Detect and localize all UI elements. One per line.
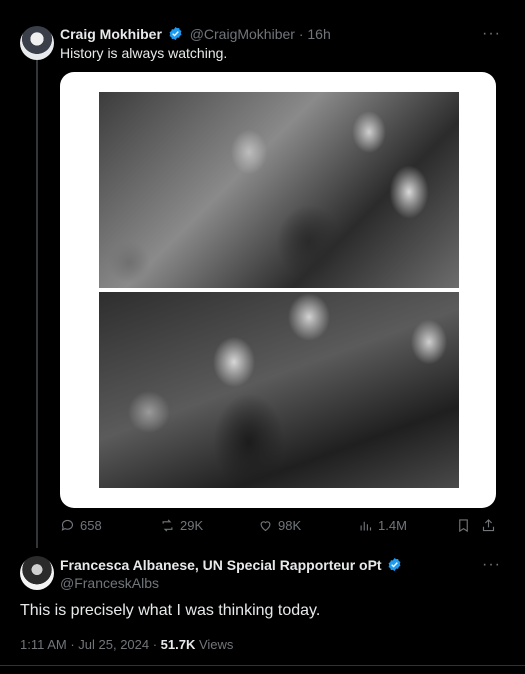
bookmark-button[interactable] [456,518,471,533]
like-icon [260,521,271,532]
share-icon [482,519,495,532]
reply-count: 658 [80,518,102,533]
separator: · [298,26,304,42]
share-button[interactable] [481,518,496,533]
tweet-header: Craig Mokhiber @CraigMokhiber · 16h [60,26,331,44]
views-count: 1.4M [378,518,407,533]
reply-button[interactable]: 658 [60,518,102,533]
reply-author-handle[interactable]: @FranceskAlbs [60,575,159,591]
avatar[interactable] [20,26,54,60]
reply-icon [61,519,74,531]
views-number: 51.7K [160,637,196,652]
more-icon[interactable]: ··· [482,556,501,574]
author-name[interactable]: Craig Mokhiber [60,26,162,42]
tweet-text: History is always watching. [60,45,228,61]
media-photo-top [99,92,459,288]
views-icon [360,521,372,531]
more-icon[interactable]: ··· [482,25,501,43]
reply-text: This is precisely what I was thinking to… [20,602,321,619]
tweet-meta: 1:11 AM · Jul 25, 2024 · 51.7K Views [20,637,233,652]
divider [0,665,525,666]
verified-badge-icon [387,557,402,575]
action-bar: 658 29K 98K 1.4M [60,518,500,538]
repost-icon [162,519,173,532]
like-count: 98K [278,518,302,533]
views-button[interactable]: 1.4M [358,518,407,533]
repost-count: 29K [180,518,204,533]
bookmark-icon [459,519,468,533]
timestamp[interactable]: 1:11 AM · Jul 25, 2024 · [20,637,161,652]
views-label: Views [195,637,234,652]
reply-header: Francesca Albanese, UN Special Rapporteu… [60,557,405,575]
like-button[interactable]: 98K [258,518,301,533]
media-photo-bottom [99,292,459,488]
tweet-time[interactable]: 16h [307,26,330,42]
repost-button[interactable]: 29K [160,518,203,533]
verified-badge-icon [168,26,183,44]
thread-connector-line [36,60,38,548]
reply-author-name[interactable]: Francesca Albanese, UN Special Rapporteu… [60,557,382,573]
author-handle[interactable]: @CraigMokhiber [190,26,295,42]
avatar[interactable] [20,556,54,590]
